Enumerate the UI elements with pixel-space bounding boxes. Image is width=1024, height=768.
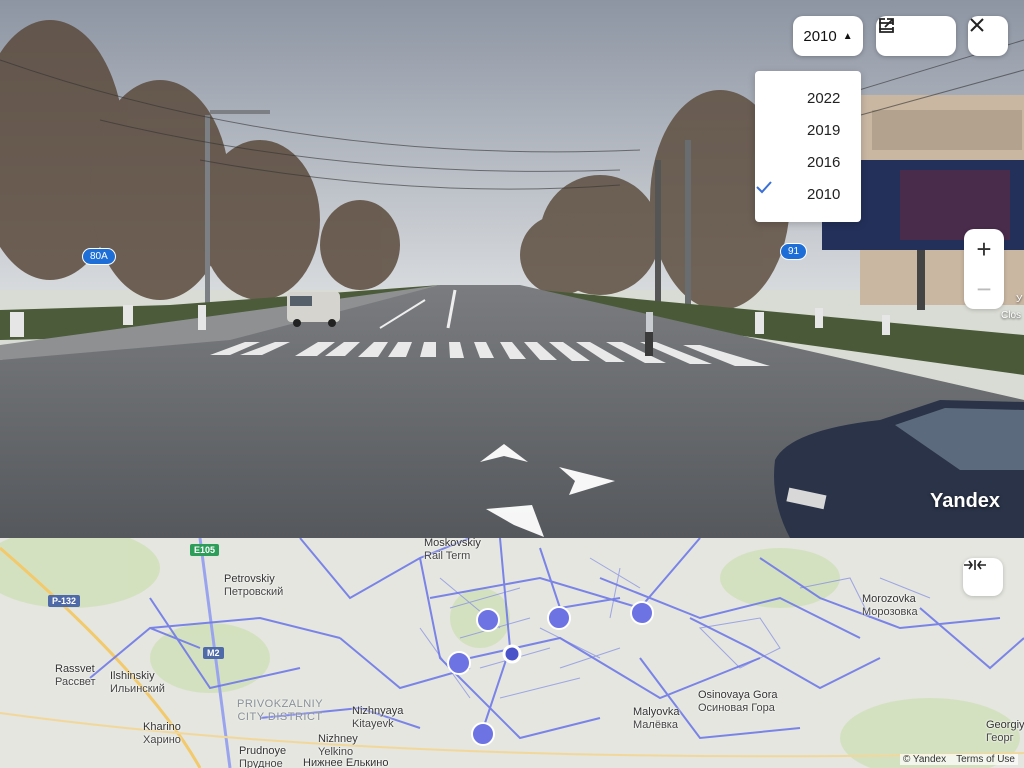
nav-arrow-icon[interactable]: [484, 503, 552, 538]
mini-map[interactable]: E105 P-132 M2 Petrovskiy Петровский Mosko…: [0, 538, 1024, 768]
actions-button-group: [876, 16, 956, 56]
map-label: Kharino Харино: [143, 721, 181, 746]
year-option[interactable]: 2022: [755, 82, 861, 114]
check-icon: [756, 181, 772, 194]
map-label: Malyovka Малёвка: [633, 706, 680, 731]
year-select-button[interactable]: 2010 ▲: [793, 16, 863, 56]
year-select-label: 2010: [803, 27, 837, 45]
terms-link[interactable]: Terms of Use: [956, 754, 1015, 765]
nav-arrow-icon[interactable]: [476, 440, 532, 466]
year-option-label: 2016: [807, 153, 841, 171]
route-sign-left: 80A: [82, 248, 116, 265]
copyright-text: © Yandex: [902, 754, 947, 765]
map-footer: © Yandex Terms of Use: [899, 754, 1018, 765]
panorama-pin-icon[interactable]: [447, 651, 471, 675]
close-button[interactable]: [968, 16, 1008, 56]
panorama-pin-icon[interactable]: [630, 601, 654, 625]
zoom-out-button[interactable]: −: [964, 269, 1004, 309]
panorama-pin-icon[interactable]: [547, 606, 571, 630]
map-label: Rassvet Рассвет: [55, 663, 96, 688]
year-option-label: 2010: [807, 185, 841, 203]
year-option[interactable]: 2016: [755, 146, 861, 178]
road-badge-m2: M2: [203, 647, 224, 659]
zoom-control: + −: [964, 229, 1004, 309]
caret-up-icon: ▲: [842, 30, 853, 42]
year-option-label: 2022: [807, 89, 841, 107]
year-option-label: 2019: [807, 121, 841, 139]
map-label: Georgiy Георг: [986, 719, 1024, 744]
map-label: Prudnoye Прудное: [239, 745, 287, 768]
panorama-pin-icon[interactable]: [471, 722, 495, 746]
map-label: Morozovka Морозовка: [862, 593, 918, 618]
map-label-extra: Нижнее Елькино: [303, 757, 389, 768]
map-label: Moskovskiy Rail Term: [424, 538, 481, 562]
map-label: Ilshinskiy Ильинский: [110, 670, 165, 695]
year-option[interactable]: 2019: [755, 114, 861, 146]
edge-text-1: У: [1016, 294, 1023, 305]
zoom-in-button[interactable]: +: [964, 229, 1004, 269]
map-label: Petrovskiy Петровский: [224, 573, 284, 598]
route-sign-right: 91: [780, 243, 808, 260]
year-dropdown-menu: 2022 2019 2016 2010: [755, 71, 861, 222]
collapse-map-button[interactable]: [963, 558, 1003, 596]
van: [287, 292, 340, 327]
panorama-pin-icon[interactable]: [476, 608, 500, 632]
map-label: Osinovaya Gora Осиновая Гора: [698, 689, 778, 714]
district-label: PRIVOKZALNIY CITY DISTRICT: [237, 698, 324, 723]
panorama-view[interactable]: 80A 91 У Clos 2010 ▲ 2022 2019 2016 2010: [0, 0, 1024, 538]
current-location-marker: [502, 644, 522, 664]
road-badge-e105: E105: [190, 544, 220, 556]
map-label: Nizhney Yelkino: [318, 733, 358, 758]
collapse-icon: [964, 560, 986, 570]
edge-text-2: Clos: [1001, 310, 1022, 321]
yandex-logo: Yandex: [930, 490, 1001, 512]
road-badge-p132: P-132: [48, 595, 81, 607]
year-option-selected[interactable]: 2010: [755, 178, 861, 210]
nav-arrow-icon[interactable]: [555, 463, 621, 499]
map-label: Nizhnyaya Kitayevk: [352, 705, 404, 730]
